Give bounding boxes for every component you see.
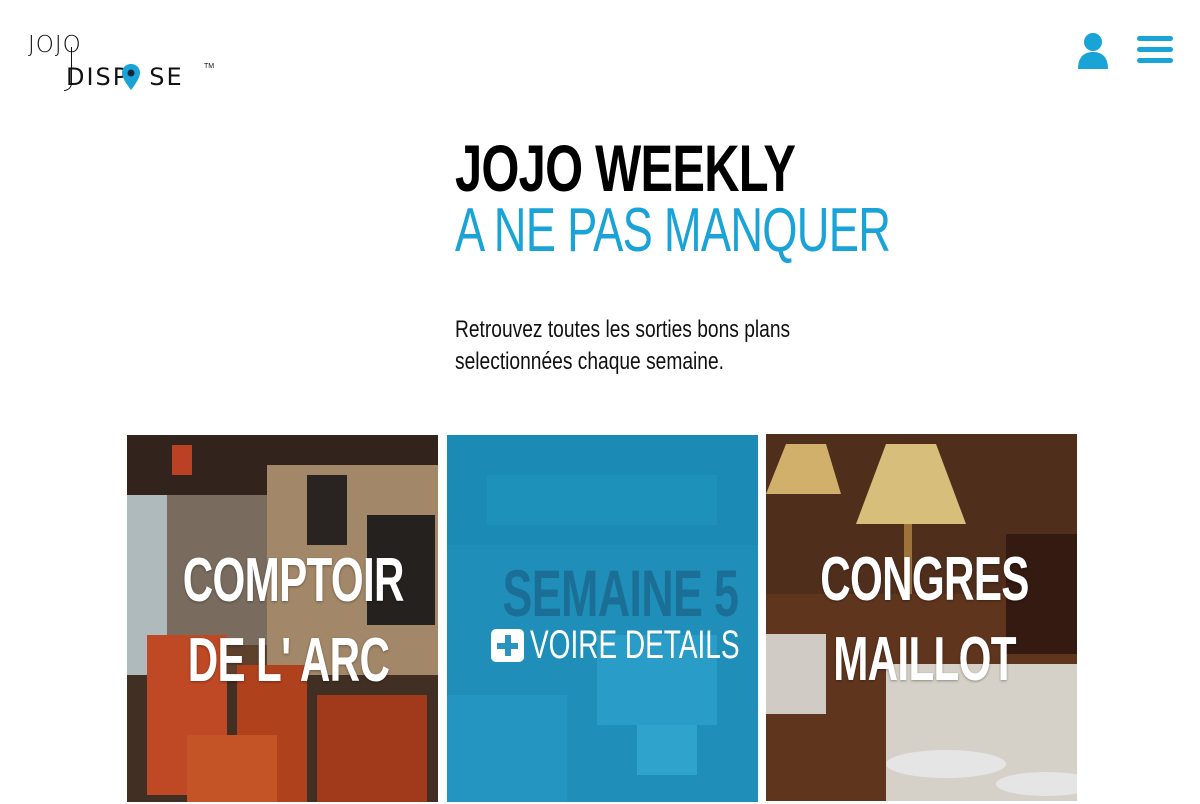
venue-title-line-2: DE L' ARC xyxy=(187,626,390,695)
logo-top-text: JOJO xyxy=(28,32,82,58)
intro-line-2: selectionnées chaque semaine. xyxy=(455,348,724,375)
site-logo[interactable]: JOJO DISP SE TM xyxy=(28,32,215,93)
user-account-button[interactable] xyxy=(1076,32,1110,70)
map-pin-icon xyxy=(122,64,140,90)
page-title: JOJO WEEKLY xyxy=(455,131,796,205)
venue-title-line-1: COMPTOIR xyxy=(182,546,405,615)
venue-card-congres[interactable]: CONGRES MAILLOT xyxy=(766,434,1077,801)
venue-card-comptoir[interactable]: COMPTOIR DE L' ARC xyxy=(127,435,438,802)
week-card[interactable]: SEMAINE 5 VOIRE DETAILS xyxy=(447,435,758,802)
venue-title: CONGRES MAILLOT xyxy=(769,540,1077,700)
logo-trademark: TM xyxy=(204,63,215,70)
menu-bar xyxy=(1137,58,1173,63)
intro-line-1: Retrouvez toutes les sorties bons plans xyxy=(455,316,791,343)
venue-title: COMPTOIR DE L' ARC xyxy=(133,541,438,701)
view-details-label: VOIRE DETAILS xyxy=(530,623,740,667)
user-icon xyxy=(1078,33,1108,69)
view-details-button[interactable]: VOIRE DETAILS xyxy=(491,625,758,665)
intro-text: Retrouvez toutes les sorties bons plans … xyxy=(455,314,839,378)
menu-bar xyxy=(1137,36,1173,41)
hamburger-menu-button[interactable] xyxy=(1137,36,1173,66)
venue-title-line-2: MAILLOT xyxy=(833,625,1016,694)
venue-title-line-1: CONGRES xyxy=(820,545,1029,614)
plus-square-icon xyxy=(491,628,524,662)
week-title: SEMAINE 5 xyxy=(502,556,739,630)
page-subtitle: A NE PAS MANQUER xyxy=(455,196,891,265)
menu-bar xyxy=(1137,47,1173,52)
